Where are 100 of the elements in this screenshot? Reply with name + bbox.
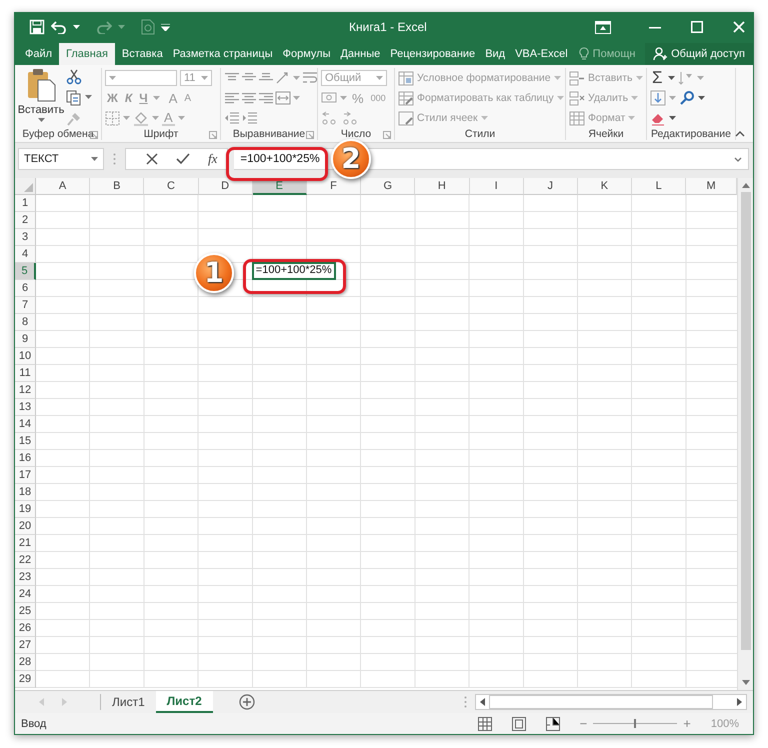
currency-icon[interactable] — [321, 91, 337, 105]
row-header[interactable]: 9 — [15, 331, 36, 348]
column-header[interactable]: F — [306, 178, 362, 195]
page-layout-icon[interactable] — [512, 716, 526, 730]
row-header[interactable]: 15 — [15, 433, 36, 450]
column-header[interactable]: L — [632, 178, 686, 195]
slider-thumb[interactable] — [634, 719, 636, 728]
row-header[interactable]: 11 — [15, 365, 36, 382]
row-header[interactable]: 27 — [15, 637, 36, 654]
ribbon-tab[interactable]: Рецензирование — [385, 43, 480, 65]
increase-indent-icon[interactable] — [242, 111, 258, 125]
ribbon-tab[interactable]: Файл — [20, 43, 58, 65]
align-right-icon[interactable] — [258, 91, 273, 105]
autosum-button[interactable]: Σ — [650, 68, 665, 88]
scroll-thumb[interactable] — [740, 192, 750, 650]
column-header[interactable]: J — [524, 178, 578, 195]
row-header[interactable]: 5 — [15, 263, 36, 280]
column-header[interactable]: K — [578, 178, 632, 195]
row-header[interactable]: 24 — [15, 586, 36, 603]
borders-icon[interactable] — [105, 110, 120, 126]
fill-color-icon[interactable] — [133, 110, 149, 126]
align-left-icon[interactable] — [224, 91, 239, 105]
caret-icon[interactable] — [73, 24, 80, 30]
column-header[interactable]: G — [361, 178, 416, 195]
previous-sheet-icon[interactable] — [39, 698, 44, 706]
share-button[interactable]: Общий доступ — [645, 43, 753, 65]
expand-icon[interactable] — [734, 156, 742, 162]
undo-icon[interactable] — [51, 20, 67, 34]
vertical-scrollbar[interactable] — [737, 178, 753, 690]
caret-icon[interactable] — [669, 116, 676, 120]
wrap-text-icon[interactable] — [302, 71, 318, 85]
row-header[interactable]: 6 — [15, 280, 36, 297]
row-header[interactable]: 10 — [15, 348, 36, 365]
paste-button[interactable]: Вставить — [18, 68, 64, 128]
maximize-icon[interactable] — [691, 21, 703, 33]
row-header[interactable]: 25 — [15, 603, 36, 620]
column-header[interactable]: M — [686, 178, 737, 195]
name-box[interactable]: ТЕКСТ — [18, 148, 104, 170]
row-header[interactable]: 7 — [15, 297, 36, 314]
fill-down-icon[interactable] — [650, 90, 666, 106]
add-sheet-icon[interactable] — [238, 694, 255, 710]
row-header[interactable]: 12 — [15, 382, 36, 399]
horizontal-scrollbar[interactable] — [475, 694, 747, 710]
caret-icon[interactable] — [85, 95, 92, 100]
select-all-icon[interactable] — [24, 183, 33, 192]
row-header[interactable]: 19 — [15, 501, 36, 518]
scroll-left-icon[interactable] — [480, 698, 485, 706]
ribbon-tab[interactable]: Формулы — [278, 43, 336, 65]
row-header[interactable]: 20 — [15, 518, 36, 535]
page-break-icon[interactable] — [546, 716, 560, 730]
customize-icon[interactable] — [161, 24, 170, 30]
font-name-field[interactable] — [105, 70, 177, 86]
caret-icon[interactable] — [38, 118, 44, 123]
cancel-icon[interactable] — [146, 153, 158, 165]
scroll-right-icon[interactable] — [737, 698, 742, 706]
drag-handle-icon[interactable] — [113, 153, 116, 165]
row-header[interactable]: 13 — [15, 399, 36, 416]
row-header[interactable]: 4 — [15, 246, 36, 263]
row-header[interactable]: 22 — [15, 552, 36, 569]
row-header[interactable]: 29 — [15, 671, 36, 688]
active-cell[interactable]: =100+100*25% — [252, 262, 336, 280]
format-painter-icon[interactable] — [66, 110, 82, 127]
column-header[interactable]: C — [144, 178, 199, 195]
column-header[interactable]: H — [415, 178, 470, 195]
caret-icon[interactable] — [668, 76, 675, 80]
row-header[interactable]: 23 — [15, 569, 36, 586]
print-preview-icon[interactable] — [141, 19, 155, 35]
collapse-ribbon-icon[interactable] — [735, 131, 745, 137]
scissors-icon[interactable] — [66, 69, 82, 86]
caret-icon[interactable] — [91, 156, 98, 162]
copy-icon[interactable] — [66, 90, 82, 106]
row-header[interactable]: 3 — [15, 229, 36, 246]
ribbon-tab[interactable]: Вставка — [116, 43, 168, 65]
sheet-tab[interactable]: Лист2 — [156, 691, 213, 713]
row-header[interactable]: 2 — [15, 212, 36, 229]
row-header[interactable]: 14 — [15, 416, 36, 433]
row-header[interactable]: 17 — [15, 467, 36, 484]
ribbon-tab[interactable]: Данные — [335, 43, 386, 65]
column-header[interactable]: D — [198, 178, 253, 195]
ribbon-tab[interactable]: Главная — [59, 43, 115, 65]
ribbon-display-icon[interactable] — [595, 20, 611, 34]
column-header[interactable]: B — [90, 178, 144, 195]
redo-icon[interactable] — [96, 20, 112, 34]
column-header[interactable]: A — [36, 178, 90, 195]
align-center-icon[interactable] — [241, 91, 256, 105]
row-header[interactable]: 16 — [15, 450, 36, 467]
ribbon-tab[interactable]: Разметка страницы — [168, 43, 278, 65]
scroll-thumb[interactable] — [489, 695, 713, 709]
scroll-up-icon[interactable] — [742, 183, 750, 188]
sheet-tab[interactable]: Лист1 — [101, 691, 156, 713]
ribbon-tab[interactable]: Вид — [480, 43, 510, 65]
row-header[interactable]: 28 — [15, 654, 36, 671]
scroll-down-icon[interactable] — [742, 680, 750, 685]
close-icon[interactable] — [733, 21, 745, 33]
row-header[interactable]: 26 — [15, 620, 36, 637]
column-header[interactable]: I — [470, 178, 524, 195]
row-header[interactable]: 21 — [15, 535, 36, 552]
ribbon-tab[interactable]: VBA-Excel — [510, 43, 573, 65]
insert-function-button[interactable]: fx — [208, 151, 218, 167]
row-header[interactable]: 18 — [15, 484, 36, 501]
